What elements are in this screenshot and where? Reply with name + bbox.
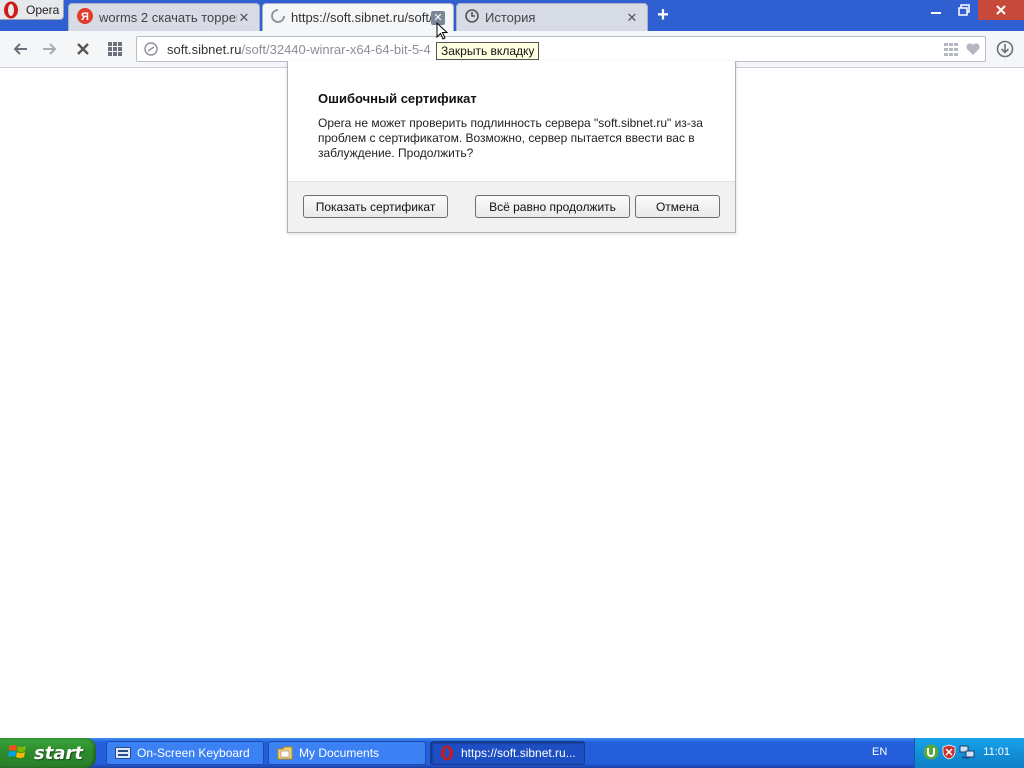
url-path: /soft/32440-winrar-x64-64-bit-5-4 <box>241 41 431 57</box>
close-icon <box>996 5 1006 15</box>
clock[interactable]: 11:01 <box>983 746 1010 758</box>
close-tab-tooltip: Закрыть вкладку <box>436 42 540 60</box>
tab-sibnet[interactable]: https://soft.sibnet.ru/soft/32440-winrar… <box>262 3 454 31</box>
tab-label: https://soft.sibnet.ru/soft/32440-winrar <box>291 10 431 25</box>
stop-icon <box>77 43 89 55</box>
tab-label: История <box>485 10 536 25</box>
language-indicator[interactable]: EN <box>872 746 887 758</box>
opera-menu-label: Opera <box>26 2 60 17</box>
minimize-button[interactable] <box>922 0 950 20</box>
close-tab-icon[interactable]: ✕ <box>237 10 251 25</box>
dialog-footer: Показать сертификат Всё равно продолжить… <box>288 181 735 232</box>
windows-logo-icon <box>8 743 28 764</box>
site-info-icon[interactable] <box>143 41 159 57</box>
start-label: start <box>34 742 83 764</box>
show-certificate-button[interactable]: Показать сертификат <box>303 195 448 218</box>
taskbar-item-on-screen-keyboard[interactable]: On-Screen Keyboard <box>106 741 264 765</box>
downloads-button[interactable] <box>994 38 1016 60</box>
close-tab-icon[interactable]: ✕ <box>625 10 639 25</box>
system-tray: 11:01 <box>914 738 1024 768</box>
opera-icon <box>439 745 455 761</box>
loading-spinner-icon <box>271 9 285 26</box>
dialog-message: Opera не может проверить подлинность сер… <box>318 116 703 160</box>
opera-logo-icon <box>2 1 20 19</box>
back-button[interactable] <box>9 38 31 60</box>
url-host: soft.sibnet.ru <box>167 41 242 57</box>
arrow-left-icon <box>13 43 27 55</box>
windows-taskbar: start On-Screen Keyboard My Documents ht… <box>0 738 1024 768</box>
taskbar-item-my-documents[interactable]: My Documents <box>268 741 426 765</box>
keyboard-icon <box>115 745 131 761</box>
forward-button[interactable] <box>39 38 61 60</box>
heart-icon[interactable] <box>965 41 981 60</box>
task-label: My Documents <box>299 746 380 760</box>
dialog-title: Ошибочный сертификат <box>318 91 477 106</box>
tab-label: worms 2 скачать торрент <box>99 10 237 25</box>
task-label: https://soft.sibnet.ru... <box>461 746 576 760</box>
url-text: soft.sibnet.ru/soft/32440-winrar-x64-64-… <box>167 42 437 57</box>
grid-icon <box>108 42 122 56</box>
new-tab-button[interactable]: + <box>652 5 674 26</box>
history-clock-icon <box>465 9 479 26</box>
browser-tab-bar: Opera Я worms 2 скачать торрент ✕ https:… <box>0 0 1024 31</box>
restore-button[interactable] <box>950 0 978 20</box>
stash-grid-icon[interactable] <box>943 41 959 60</box>
folder-icon <box>277 745 293 761</box>
minimize-icon <box>931 12 941 14</box>
mouse-cursor-icon <box>436 21 449 43</box>
address-bar[interactable]: soft.sibnet.ru/soft/32440-winrar-x64-64-… <box>136 36 986 62</box>
tab-worms[interactable]: Я worms 2 скачать торрент ✕ <box>68 3 260 31</box>
svg-text:Я: Я <box>81 11 89 23</box>
certificate-error-dialog: Ошибочный сертификат Opera не может пров… <box>287 61 736 233</box>
start-button[interactable]: start <box>0 738 96 768</box>
opera-menu-button[interactable]: Opera <box>0 0 64 20</box>
taskbar-item-opera[interactable]: https://soft.sibnet.ru... <box>430 741 585 765</box>
utorrent-icon[interactable] <box>923 744 939 763</box>
task-label: On-Screen Keyboard <box>137 746 250 760</box>
address-bar-actions <box>943 41 981 60</box>
security-shield-icon[interactable] <box>942 744 956 763</box>
stop-loading-button[interactable] <box>72 38 94 60</box>
yandex-icon: Я <box>77 8 93 27</box>
restore-icon <box>958 4 970 16</box>
continue-anyway-button[interactable]: Всё равно продолжить <box>475 195 630 218</box>
download-icon <box>996 40 1014 58</box>
tab-history[interactable]: История ✕ <box>456 3 648 31</box>
network-icon[interactable] <box>959 745 975 762</box>
cancel-button[interactable]: Отмена <box>635 195 720 218</box>
arrow-right-icon <box>43 43 57 55</box>
close-window-button[interactable] <box>978 0 1024 20</box>
speed-dial-button[interactable] <box>104 38 126 60</box>
